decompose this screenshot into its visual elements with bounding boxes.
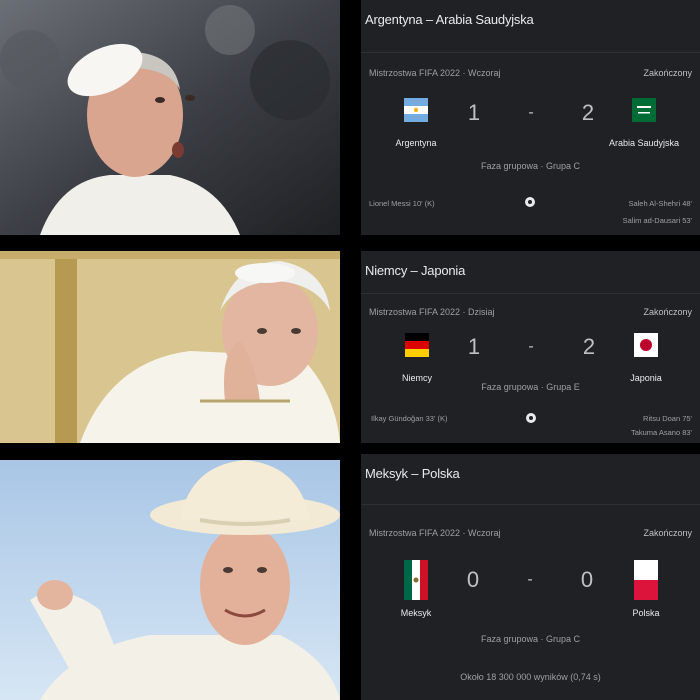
- match-card-ger-jpn[interactable]: Niemcy – Japonia Mistrzostwa FIFA 2022 ·…: [361, 251, 700, 443]
- home-scorer: Lionel Messi 10' (K): [369, 199, 435, 208]
- team-home[interactable]: Meksyk: [371, 560, 461, 618]
- away-scorer: Ritsu Doan 75': [643, 414, 692, 423]
- germany-flag-icon: [405, 333, 429, 357]
- photo-pope-francis: [0, 0, 340, 235]
- divider: [361, 293, 700, 294]
- match-card-arg-ksa[interactable]: Argentyna – Arabia Saudyjska Mistrzostwa…: [361, 0, 700, 235]
- football-icon: [526, 413, 536, 423]
- match-card-mex-pol[interactable]: Meksyk – Polska Mistrzostwa FIFA 2022 · …: [361, 454, 700, 700]
- match-title[interactable]: Argentyna – Arabia Saudyjska: [365, 12, 534, 27]
- match-title[interactable]: Meksyk – Polska: [365, 466, 460, 481]
- mexico-flag-icon: [404, 560, 428, 600]
- team-home[interactable]: Argentyna: [371, 98, 461, 148]
- status-label: Zakończony: [643, 307, 692, 317]
- score-separator: -: [528, 338, 534, 355]
- team-home[interactable]: Niemcy: [372, 333, 462, 383]
- competition-label: Mistrzostwa FIFA 2022 · Wczoraj: [369, 528, 501, 538]
- divider: [361, 52, 700, 53]
- stage-label: Faza grupowa · Grupa C: [480, 634, 581, 644]
- stage-label: Faza grupowa · Grupa E: [481, 382, 580, 392]
- argentina-flag-icon: [404, 98, 428, 122]
- poland-flag-icon: [634, 560, 658, 600]
- results-count: Około 18 300 000 wyników (0,74 s): [460, 672, 601, 682]
- home-score: 0: [466, 567, 480, 592]
- team-home-name: Argentyna: [395, 138, 437, 148]
- competition-label: Mistrzostwa FIFA 2022 · Wczoraj: [369, 68, 501, 78]
- status-label: Zakończony: [643, 68, 692, 78]
- home-score: 1: [467, 334, 481, 359]
- away-score: 2: [582, 334, 596, 359]
- home-scorer: Ilkay Gündoğan 33' (K): [371, 414, 448, 423]
- match-title[interactable]: Niemcy – Japonia: [365, 263, 465, 278]
- japan-flag-icon: [634, 333, 658, 357]
- team-away[interactable]: Arabia Saudyjska: [599, 98, 689, 148]
- saudi-arabia-flag-icon: [632, 98, 656, 122]
- home-score: 1: [467, 100, 481, 125]
- away-scorer: Takuma Asano 83': [630, 428, 692, 437]
- football-icon: [525, 197, 535, 207]
- away-scorer: Saleh Al-Shehri 48': [628, 199, 692, 208]
- photo-pope-benedict: [0, 251, 340, 443]
- score-separator: -: [527, 571, 533, 588]
- away-scorer: Salim ad-Dausari 53': [622, 216, 692, 225]
- score-separator: -: [528, 104, 534, 121]
- team-away-name: Polska: [632, 608, 660, 618]
- stage-label: Faza grupowa · Grupa C: [480, 161, 581, 171]
- team-away[interactable]: Japonia: [601, 333, 691, 383]
- competition-label: Mistrzostwa FIFA 2022 · Dzisiaj: [369, 307, 495, 317]
- divider: [361, 504, 700, 505]
- status-label: Zakończony: [643, 528, 692, 538]
- team-home-name: Meksyk: [400, 608, 432, 618]
- away-score: 0: [580, 567, 594, 592]
- team-away[interactable]: Polska: [601, 560, 691, 618]
- photo-pope-john-paul: [0, 460, 340, 700]
- team-away-name: Arabia Saudyjska: [608, 138, 680, 148]
